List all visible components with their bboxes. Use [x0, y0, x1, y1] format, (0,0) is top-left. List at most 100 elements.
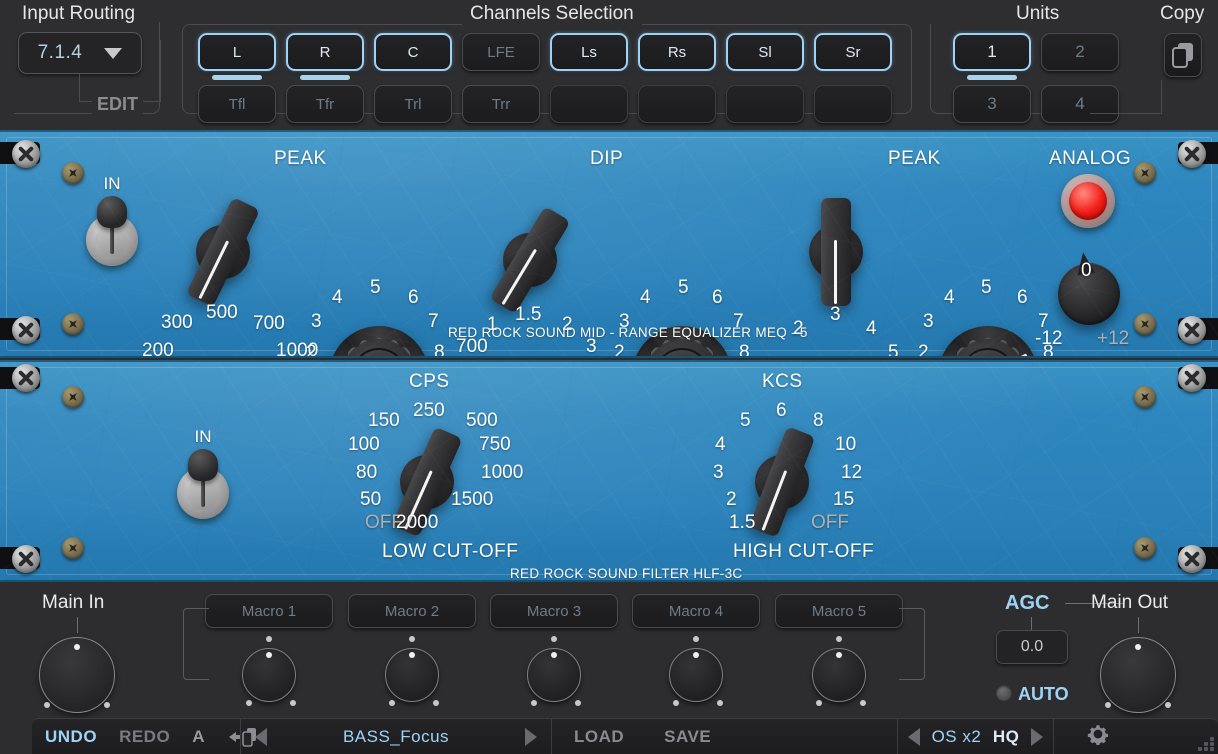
eq-dip-frequency-knob[interactable] [470, 200, 590, 320]
copy-glyph [1172, 43, 1193, 68]
macro-button-4[interactable]: Macro 4 [632, 594, 760, 628]
unit-button-label: 1 [987, 42, 997, 61]
macro-button-label: Macro 4 [668, 602, 724, 620]
load-button[interactable]: LOAD [574, 727, 624, 747]
lever-arm [821, 198, 851, 306]
macro-knob-dot [246, 700, 252, 706]
unit-button-1[interactable]: 1 [953, 33, 1031, 71]
routing-connector-v2 [160, 40, 161, 102]
units-copy-connector [1090, 113, 1162, 114]
eq-peak2-freq-tick-5: 5 [888, 342, 899, 358]
main-in-indicator-dot [74, 644, 80, 650]
channel-button-slot-5[interactable] [550, 85, 628, 123]
eq-dip-gain-tick-4: 4 [640, 287, 651, 308]
eq-trim-scale-min: -12 [1035, 328, 1063, 349]
channel-button-trl[interactable]: Trl [374, 85, 452, 123]
redo-button[interactable]: REDO [119, 727, 170, 747]
channel-button-c[interactable]: C [374, 33, 452, 71]
eq-dip-gain-tick-5: 5 [678, 277, 689, 298]
main-out-label: Main Out [1091, 592, 1169, 613]
eq-brand-text: RED ROCK SOUND MID - RANGE EQUALIZER MEQ… [448, 325, 808, 340]
channel-button-ls[interactable]: Ls [550, 33, 628, 71]
macro-knob-dot [860, 700, 866, 706]
toggle-stem [110, 224, 114, 254]
preset-name[interactable]: BASS_Focus [343, 727, 449, 747]
channel-button-tfl[interactable]: Tfl [198, 85, 276, 123]
eq-peak1-gain-knob[interactable] [325, 324, 433, 356]
macro-button-label: Macro 3 [526, 602, 582, 620]
channel-button-label: LFE [487, 43, 515, 61]
filter-low-caption: LOW CUT-OFF [382, 541, 519, 562]
eq-peak2-gain-tick-2: 2 [918, 342, 929, 358]
undo-redo-segment: UNDO REDO A [32, 719, 256, 754]
channels-selection-title: Channels Selection [462, 3, 642, 25]
macro-knob-dot [266, 652, 272, 658]
channel-button-label: Sl [758, 43, 772, 61]
macro-bracket-right [899, 608, 925, 680]
gear-icon[interactable] [1083, 723, 1109, 750]
filter-high-tick-6: 6 [776, 400, 787, 421]
macro-button-2[interactable]: Macro 2 [348, 594, 476, 628]
agc-label: AGC [1005, 592, 1050, 614]
filter-high-tick-2: 2 [726, 489, 737, 510]
main-in-label: Main In [42, 592, 105, 613]
next-oversampling-icon[interactable] [1030, 727, 1043, 746]
eq-bypass-label: IN [103, 174, 121, 193]
macro-knob-dot [836, 636, 842, 642]
channel-button-slot-7[interactable] [726, 85, 804, 123]
prev-preset-icon[interactable] [255, 727, 267, 746]
routing-edit-button[interactable]: EDIT [92, 94, 144, 115]
macro-button-3[interactable]: Macro 3 [490, 594, 618, 628]
eq-bypass-toggle[interactable]: IN [86, 174, 138, 266]
unit-button-label: 2 [1075, 42, 1085, 61]
macro-button-1[interactable]: Macro 1 [205, 594, 333, 628]
filter-high-tick-10: 10 [835, 434, 857, 455]
quality-value[interactable]: HQ [993, 727, 1020, 747]
channel-button-rs[interactable]: Rs [638, 33, 716, 71]
eq-peak1-gain-tick-3: 3 [311, 311, 322, 332]
next-preset-icon[interactable] [524, 727, 537, 746]
eq-peak1-frequency-knob[interactable] [163, 192, 283, 312]
filter-bypass-toggle[interactable]: IN [177, 427, 229, 519]
eq-peak2-frequency-knob[interactable] [776, 192, 896, 312]
channel-button-tfr[interactable]: Tfr [286, 85, 364, 123]
undo-button[interactable]: UNDO [45, 727, 97, 747]
channel-button-trr[interactable]: Trr [462, 85, 540, 123]
macro-knob-dot [816, 700, 822, 706]
save-button[interactable]: SAVE [664, 727, 711, 747]
eq-dip-gain-tick-6: 6 [712, 287, 723, 308]
panel-screw [1134, 386, 1156, 408]
agc-auto-button[interactable]: AUTO [1018, 684, 1069, 705]
filter-low-tick-2000: 2000 [396, 512, 439, 533]
resize-grip-icon[interactable] [1198, 737, 1214, 751]
unit-button-4[interactable]: 4 [1041, 85, 1119, 123]
eq-peak2-freq-tick-4: 4 [866, 318, 877, 339]
channel-button-slot-8[interactable] [814, 85, 892, 123]
oversampling-value[interactable]: OS x2 [932, 727, 982, 747]
eq-peak2-gain-knob[interactable] [934, 324, 1042, 356]
channel-button-lfe[interactable]: LFE [462, 33, 540, 71]
gear-glyph-2 [1088, 725, 1109, 746]
channel-button-label: Trl [404, 95, 422, 113]
channel-button-r[interactable]: R [286, 33, 364, 71]
filter-low-tick-50: 50 [360, 489, 382, 510]
copy-icon[interactable] [1164, 33, 1202, 77]
toggle-stem [201, 477, 205, 507]
filter-low-tick-750: 750 [479, 434, 511, 455]
channel-button-sr[interactable]: Sr [814, 33, 892, 71]
agc-value-field[interactable]: 0.0 [996, 630, 1068, 664]
eq-trim-scale-center: 0 [1081, 260, 1092, 281]
ab-compare-button[interactable]: A [192, 727, 205, 747]
channel-button-slot-6[interactable] [638, 85, 716, 123]
unit-button-3[interactable]: 3 [953, 85, 1031, 123]
analog-button[interactable] [1061, 174, 1115, 228]
units-copy-connector-v [1161, 80, 1162, 114]
channel-button-l[interactable]: L [198, 33, 276, 71]
eq-module-panel: IN PEAK 200 300 500 700 1000 01234567891… [0, 130, 1218, 358]
unit-button-2[interactable]: 2 [1041, 33, 1119, 71]
channel-button-sl[interactable]: Sl [726, 33, 804, 71]
macro-button-5[interactable]: Macro 5 [775, 594, 903, 628]
input-routing-select[interactable]: 7.1.4 [18, 32, 142, 74]
main-out-indicator-dot [1135, 644, 1141, 650]
prev-oversampling-icon[interactable] [908, 727, 920, 746]
